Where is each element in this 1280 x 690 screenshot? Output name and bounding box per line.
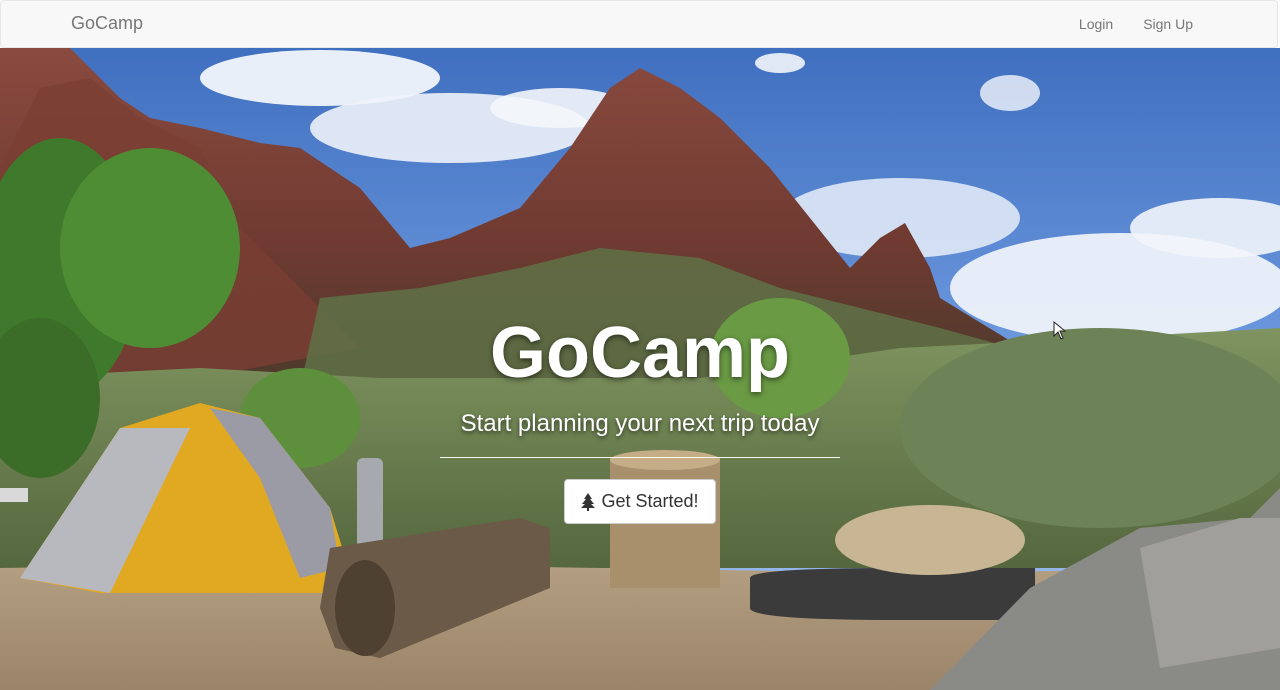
- navbar: GoCamp Login Sign Up: [0, 0, 1278, 48]
- get-started-label: Get Started!: [601, 491, 699, 511]
- signup-link[interactable]: Sign Up: [1128, 1, 1207, 47]
- hero-subtitle: Start planning your next trip today: [460, 410, 820, 437]
- get-started-button[interactable]: Get Started!: [564, 479, 716, 524]
- hero-divider: [440, 457, 840, 458]
- hero-title: GoCamp: [489, 313, 791, 393]
- brand-link[interactable]: GoCamp: [71, 12, 143, 34]
- tree-icon: [581, 492, 596, 511]
- login-link[interactable]: Login: [1064, 1, 1128, 47]
- hero-content: GoCamp Start planning your next trip tod…: [0, 313, 1280, 524]
- hero-section: GoCamp Start planning your next trip tod…: [0, 48, 1280, 690]
- nav-links: Login Sign Up: [1064, 1, 1207, 47]
